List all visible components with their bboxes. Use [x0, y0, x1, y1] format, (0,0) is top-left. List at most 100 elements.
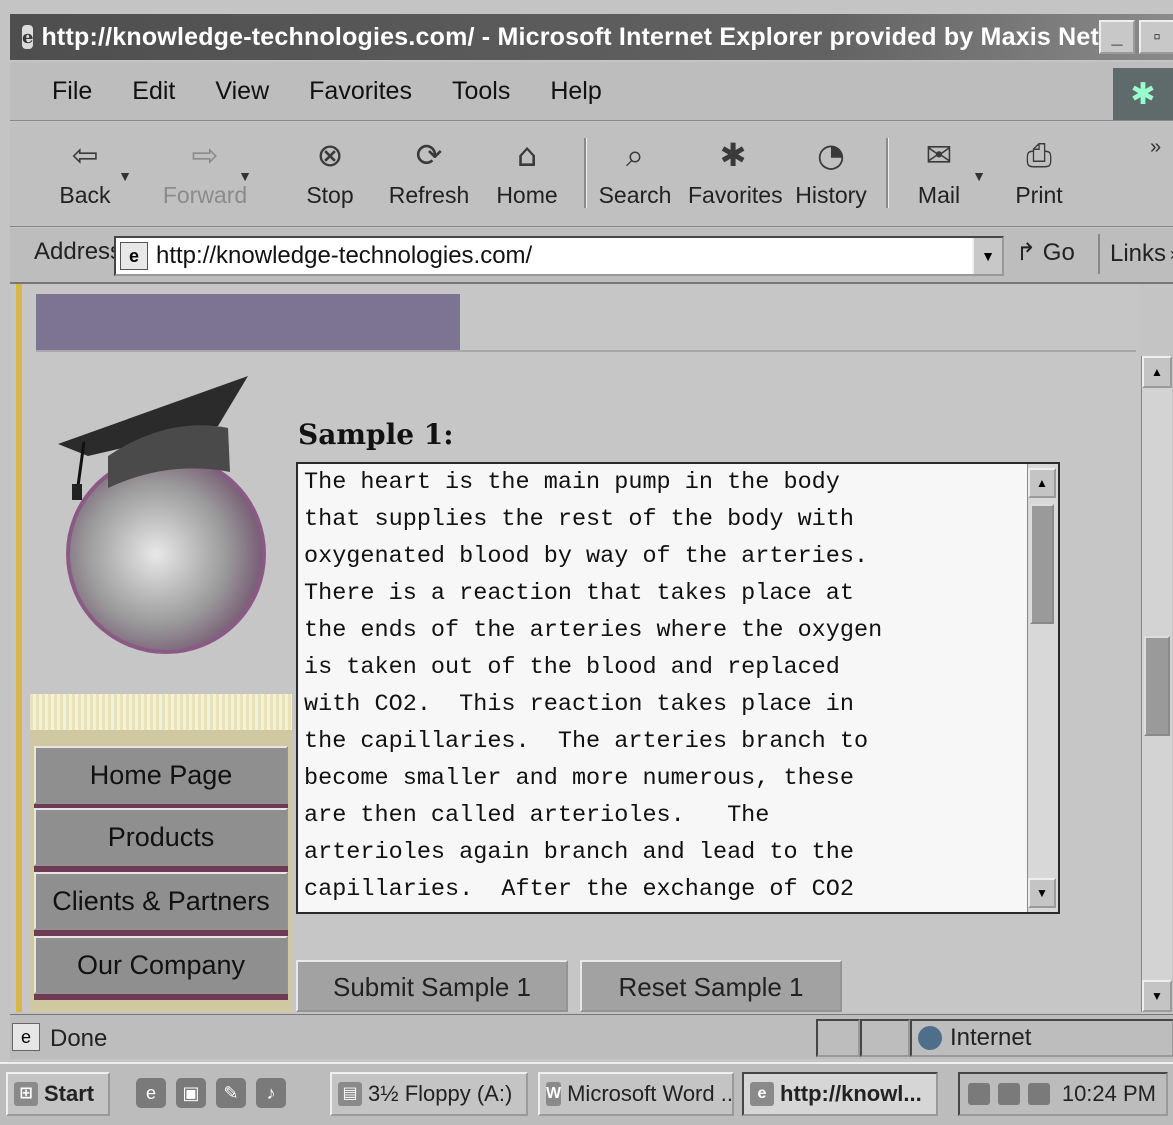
security-zone: Internet [910, 1019, 1173, 1057]
refresh-icon: ⟳ [415, 136, 443, 174]
address-field[interactable]: e ▼ [114, 236, 1004, 276]
favorites-button[interactable]: ✱ Favorites [688, 130, 783, 222]
address-dropdown-icon[interactable]: ▼ [972, 238, 1002, 274]
page-scroll-down-icon[interactable]: ▼ [1142, 980, 1172, 1012]
mail-label: Mail [917, 182, 961, 208]
print-icon: ⎙ [1026, 136, 1052, 174]
go-arrow-icon: ↱ [1016, 239, 1037, 266]
menu-favorites[interactable]: Favorites [309, 77, 412, 106]
floppy-drive-icon: ▤ [338, 1082, 362, 1106]
web-page: Home Page Products Clients & Partners Ou… [10, 284, 1140, 1012]
menu-tools[interactable]: Tools [452, 77, 510, 106]
taskbar-ie[interactable]: e http://knowl... [742, 1072, 938, 1116]
page-scrollbar[interactable]: ▲ ▼ [1141, 356, 1172, 1012]
title-bar[interactable]: e http://knowledge-technologies.com/ - M… [10, 14, 1173, 60]
maximize-button[interactable]: ▫ [1139, 20, 1173, 54]
back-button[interactable]: ⇦ Back ▼ [40, 130, 132, 222]
nav-home-page[interactable]: Home Page [34, 746, 288, 804]
ie-icon: e [750, 1082, 774, 1106]
start-label: Start [44, 1081, 95, 1106]
favorites-icon: ✱ [719, 136, 747, 174]
taskbar-word[interactable]: W Microsoft Word ... [538, 1072, 734, 1116]
tray-display-icon[interactable] [1028, 1083, 1050, 1105]
menu-bar: File Edit View Favorites Tools Help ✱ [10, 62, 1173, 121]
refresh-button[interactable]: ⟳ Refresh [384, 130, 474, 222]
address-input[interactable] [154, 241, 978, 271]
stop-button[interactable]: ⊗ Stop [285, 130, 375, 222]
site-banner [36, 294, 460, 350]
taskbar-ie-label: http://knowl... [780, 1081, 922, 1106]
minimize-button[interactable]: _ [1099, 20, 1136, 54]
taskbar-word-label: Microsoft Word ... [567, 1081, 734, 1106]
back-arrow-icon: ⇦ [71, 136, 99, 174]
start-button[interactable]: ⊞ Start [6, 1072, 110, 1116]
nav-products[interactable]: Products [34, 808, 288, 866]
window-controls: _ ▫ ✕ [1099, 20, 1173, 54]
scroll-down-icon[interactable]: ▼ [1028, 878, 1056, 908]
toolbar-overflow-icon[interactable]: » [1150, 136, 1161, 159]
notepad-quicklaunch-icon[interactable]: ✎ [216, 1078, 246, 1108]
address-bar: Address e ▼ ↱ Go Links » [10, 228, 1173, 284]
menu-file[interactable]: File [52, 77, 92, 106]
page-scroll-thumb[interactable] [1144, 636, 1170, 736]
links-button[interactable]: Links » [1098, 234, 1173, 274]
sample-textarea[interactable] [298, 464, 1026, 912]
menu-view[interactable]: View [215, 77, 269, 106]
textarea-scroll-thumb[interactable] [1030, 504, 1054, 624]
search-icon: ⌕ [626, 136, 644, 174]
reset-sample-button[interactable]: Reset Sample 1 [580, 960, 842, 1012]
status-text: Done [50, 1025, 108, 1052]
menu-edit[interactable]: Edit [132, 77, 175, 106]
mail-icon: ✉ [925, 136, 953, 174]
history-icon: ◔ [817, 136, 845, 174]
forward-dropdown-icon[interactable]: ▼ [238, 168, 252, 184]
taskbar: ⊞ Start e ▣ ✎ ♪ ▤ 3½ Floppy (A:) W Micro… [0, 1062, 1173, 1125]
ie-logo-icon: e [22, 25, 34, 49]
page-scroll-up-icon[interactable]: ▲ [1142, 356, 1172, 388]
textarea-scrollbar[interactable]: ▲ ▼ [1027, 464, 1058, 912]
home-button[interactable]: ⌂ Home [482, 130, 572, 222]
nav-yellow-band [30, 694, 292, 730]
go-label: Go [1042, 239, 1075, 266]
nav-our-company[interactable]: Our Company [34, 936, 288, 994]
word-icon: W [546, 1082, 562, 1106]
windows-logo-icon: ⊞ [14, 1082, 38, 1106]
zone-label: Internet [950, 1024, 1032, 1051]
forward-label: Forward [162, 182, 248, 208]
media-quicklaunch-icon[interactable]: ♪ [256, 1078, 286, 1108]
window-title: http://knowledge-technologies.com/ - Mic… [41, 22, 1100, 51]
scroll-up-icon[interactable]: ▲ [1028, 468, 1056, 498]
back-dropdown-icon[interactable]: ▼ [118, 168, 132, 184]
page-left-accent [16, 284, 22, 1012]
links-label: Links [1110, 240, 1167, 267]
stop-label: Stop [306, 182, 354, 208]
mail-dropdown-icon[interactable]: ▼ [972, 168, 986, 184]
menu-help[interactable]: Help [550, 77, 601, 106]
history-button[interactable]: ◔ History [786, 130, 876, 222]
mail-button[interactable]: ✉ Mail ▼ [894, 130, 986, 222]
page-icon: e [120, 242, 148, 270]
taskbar-floppy[interactable]: ▤ 3½ Floppy (A:) [330, 1072, 528, 1116]
system-tray: 10:24 PM [958, 1072, 1168, 1116]
browser-window: e http://knowledge-technologies.com/ - M… [0, 0, 1173, 1125]
sample-textarea-wrapper: ▲ ▼ [296, 462, 1060, 914]
print-button[interactable]: ⎙ Print [994, 130, 1084, 222]
tray-volume-icon[interactable] [998, 1083, 1020, 1105]
home-label: Home [496, 182, 558, 208]
ie-quicklaunch-icon[interactable]: e [136, 1078, 166, 1108]
tray-network-icon[interactable] [968, 1083, 990, 1105]
go-button[interactable]: ↱ Go [1016, 238, 1075, 267]
tray-clock[interactable]: 10:24 PM [1062, 1081, 1156, 1107]
back-label: Back [59, 182, 111, 208]
windows-throbber-icon: ✱ [1113, 68, 1173, 120]
history-label: History [795, 182, 867, 208]
graduation-cap-head-image [58, 376, 266, 654]
forward-button[interactable]: ⇨ Forward ▼ [160, 130, 252, 222]
desktop-quicklaunch-icon[interactable]: ▣ [176, 1078, 206, 1108]
search-button[interactable]: ⌕ Search [590, 130, 680, 222]
search-label: Search [598, 182, 672, 208]
address-label: Address [34, 238, 123, 265]
nav-clients-partners[interactable]: Clients & Partners [34, 872, 288, 930]
status-pane [816, 1019, 860, 1057]
submit-sample-button[interactable]: Submit Sample 1 [296, 960, 568, 1012]
